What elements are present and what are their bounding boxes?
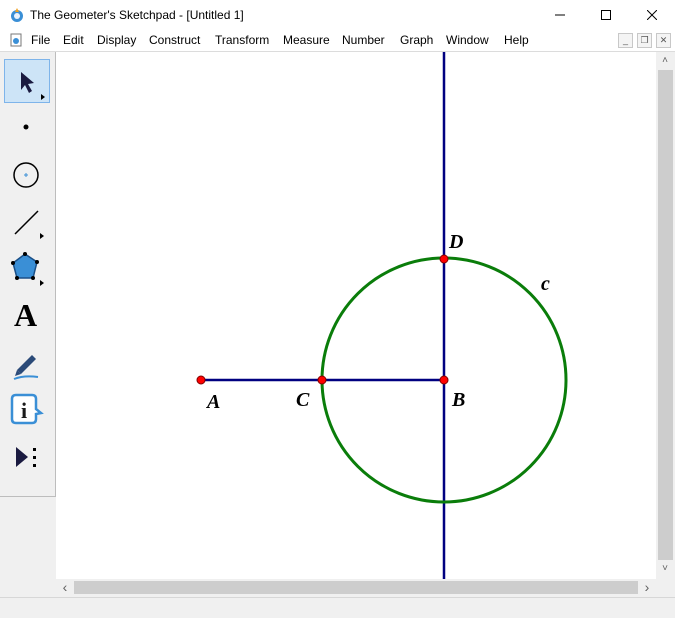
maximize-icon — [601, 10, 611, 20]
menu-display[interactable]: Display — [97, 33, 136, 47]
scroll-down-arrow[interactable]: ˅ — [658, 562, 672, 576]
information-tool[interactable]: i — [4, 389, 50, 433]
custom-tool[interactable] — [4, 435, 50, 479]
title-bar[interactable]: The Geometer's Sketchpad - [Untitled 1] — [0, 0, 675, 30]
point-C[interactable] — [317, 375, 327, 385]
segment-icon — [14, 210, 44, 239]
polygon-tool[interactable] — [4, 247, 50, 291]
text-A-icon: A — [14, 297, 38, 333]
custom-tool-icon — [16, 447, 36, 467]
point-B[interactable] — [439, 375, 449, 385]
mdi-close-button[interactable]: ✕ — [656, 33, 671, 48]
scroll-up-arrow[interactable]: ˄ — [658, 54, 672, 68]
vertical-scroll-thumb[interactable] — [658, 70, 673, 560]
close-icon — [647, 10, 657, 20]
label-A[interactable]: A — [205, 391, 220, 413]
scroll-left-arrow[interactable]: ‹ — [58, 580, 72, 594]
menu-measure[interactable]: Measure — [283, 33, 330, 47]
menu-file[interactable]: File — [31, 33, 50, 47]
svg-text:i: i — [21, 398, 27, 423]
close-button[interactable] — [629, 0, 675, 30]
label-circle-c[interactable]: c — [541, 273, 550, 295]
sketch-canvas[interactable]: A C B D c — [56, 52, 656, 579]
minimize-button[interactable] — [537, 0, 583, 30]
compass-circle-icon — [13, 162, 39, 188]
mdi-minimize-button[interactable]: _ — [618, 33, 633, 48]
text-tool[interactable]: A — [4, 295, 50, 339]
document-icon[interactable] — [9, 33, 23, 47]
horizontal-scroll-thumb[interactable] — [74, 581, 638, 594]
point-icon — [23, 124, 29, 130]
window-title: The Geometer's Sketchpad - [Untitled 1] — [30, 8, 244, 22]
toolbox: A i — [0, 52, 56, 497]
point-D[interactable] — [439, 254, 449, 264]
point-tool[interactable] — [4, 105, 50, 149]
menu-construct[interactable]: Construct — [149, 33, 200, 47]
scroll-right-arrow[interactable]: › — [640, 580, 654, 594]
label-B[interactable]: B — [451, 389, 465, 411]
horizontal-scrollbar[interactable]: ‹ › — [56, 579, 656, 596]
menu-window[interactable]: Window — [446, 33, 489, 47]
menu-edit[interactable]: Edit — [63, 33, 84, 47]
vertical-scrollbar[interactable]: ˄ ˅ — [656, 52, 675, 579]
pentagon-icon — [11, 252, 44, 286]
straightedge-tool[interactable] — [4, 200, 50, 244]
marker-pen-icon — [13, 355, 39, 380]
minimize-icon — [555, 14, 565, 16]
menu-help[interactable]: Help — [504, 33, 529, 47]
menu-transform[interactable]: Transform — [215, 33, 269, 47]
arrow-tool[interactable] — [4, 59, 50, 103]
sketch-drawing[interactable]: A C B D c — [56, 52, 656, 579]
point-A[interactable] — [196, 375, 206, 385]
info-icon: i — [10, 393, 44, 425]
marker-tool[interactable] — [4, 342, 50, 386]
sketchpad-app-icon — [11, 8, 23, 22]
label-D[interactable]: D — [448, 231, 463, 253]
label-C[interactable]: C — [296, 389, 310, 411]
mdi-restore-button[interactable]: ❐ — [637, 33, 652, 48]
maximize-button[interactable] — [583, 0, 629, 30]
status-bar — [0, 597, 675, 618]
menu-number[interactable]: Number — [342, 33, 385, 47]
menu-graph[interactable]: Graph — [400, 33, 433, 47]
menu-bar: File Edit Display Construct Transform Me… — [0, 30, 675, 52]
compass-tool[interactable] — [4, 153, 50, 197]
scrollbar-corner — [656, 579, 675, 596]
arrow-select-icon — [21, 72, 45, 100]
application-window: The Geometer's Sketchpad - [Untitled 1] … — [0, 0, 675, 618]
